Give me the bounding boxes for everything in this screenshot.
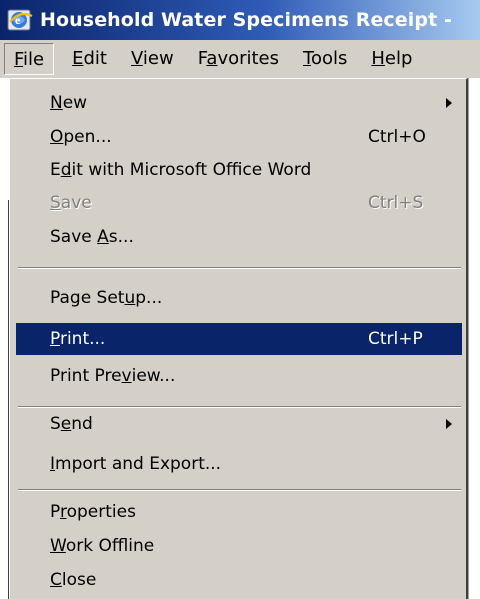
menu-item-print-preview[interactable]: Print Preview...: [16, 360, 462, 392]
submenu-arrow-icon: [446, 98, 452, 108]
submenu-arrow-icon: [446, 419, 452, 429]
menu-item-shortcut: Ctrl+P: [368, 329, 423, 349]
menu-item-label: Properties: [50, 502, 136, 522]
menu-item-label: Save As...: [50, 227, 134, 247]
menu-item-label: Print...: [50, 329, 106, 349]
menu-item-label: Open...: [50, 127, 112, 147]
menu-edit[interactable]: Edit: [60, 43, 119, 75]
menu-item-save: Save Ctrl+S: [16, 187, 462, 219]
menu-item-label: Send: [50, 414, 93, 434]
menu-item-shortcut: Ctrl+O: [368, 127, 426, 147]
title-bar[interactable]: e Household Water Specimens Receipt -: [0, 0, 480, 40]
menu-separator: [18, 267, 461, 269]
window-title: Household Water Specimens Receipt -: [40, 9, 452, 31]
menu-file[interactable]: File: [4, 43, 55, 75]
menu-item-open[interactable]: Open... Ctrl+O: [16, 121, 462, 153]
screen: e Household Water Specimens Receipt - Fi…: [0, 0, 480, 599]
menu-tools[interactable]: Tools: [291, 43, 359, 75]
menu-help[interactable]: Help: [359, 43, 424, 75]
menu-item-page-setup[interactable]: Page Setup...: [16, 282, 462, 314]
menu-item-label: Import and Export...: [50, 454, 222, 474]
menu-item-label: Print Preview...: [50, 366, 176, 386]
menu-item-work-offline[interactable]: Work Offline: [16, 530, 462, 562]
svg-text:e: e: [15, 13, 21, 27]
menu-item-label: Work Offline: [50, 536, 155, 556]
menu-item-properties[interactable]: Properties: [16, 496, 462, 528]
menu-item-save-as[interactable]: Save As...: [16, 221, 462, 253]
menu-bar: File Edit View Favorites Tools Help: [0, 40, 480, 78]
menu-item-label: Close: [50, 570, 97, 590]
document-area-fragment: [468, 78, 480, 599]
menu-item-print[interactable]: Print... Ctrl+P: [16, 323, 462, 355]
menu-item-send[interactable]: Send: [16, 408, 462, 440]
menu-separator: [18, 489, 461, 491]
menu-item-label: Save: [50, 193, 92, 213]
menu-item-shortcut: Ctrl+S: [368, 193, 424, 213]
menu-item-new[interactable]: New: [16, 87, 462, 119]
menu-item-import-export[interactable]: Import and Export...: [16, 448, 462, 480]
internet-explorer-icon: e: [7, 9, 33, 31]
menu-item-label: Page Setup...: [50, 288, 163, 308]
file-menu-dropdown: New Open... Ctrl+O Edit with Microsoft O…: [9, 78, 468, 599]
menu-view[interactable]: View: [119, 43, 186, 75]
menu-item-label: New: [50, 93, 88, 113]
menu-item-close[interactable]: Close: [16, 564, 462, 596]
menu-favorites[interactable]: Favorites: [186, 43, 291, 75]
menu-item-edit-with-word[interactable]: Edit with Microsoft Office Word: [16, 154, 462, 186]
menu-item-label: Edit with Microsoft Office Word: [50, 160, 312, 180]
